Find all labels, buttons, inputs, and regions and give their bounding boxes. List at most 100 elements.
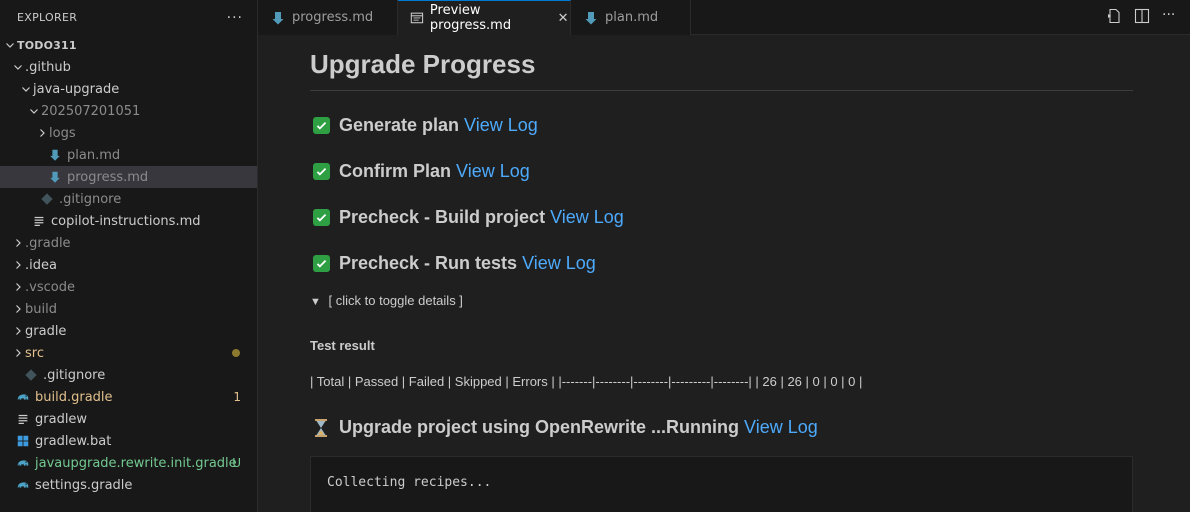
chevron-right-icon[interactable] <box>11 235 25 251</box>
tab-preview-progress-md[interactable]: Preview progress.md ✕ <box>398 0 571 35</box>
tree-item-label: src <box>25 345 44 361</box>
check-icon <box>313 209 330 226</box>
tree-item-label: copilot-instructions.md <box>51 213 201 229</box>
tree-item-label: TODO311 <box>17 38 77 52</box>
chevron-right-icon[interactable] <box>35 125 49 141</box>
tree-item[interactable]: .idea <box>0 254 257 276</box>
tree-item[interactable]: gradlew <box>0 408 257 430</box>
chevron-down-icon[interactable] <box>11 59 25 75</box>
tree-item-label: plan.md <box>67 147 121 163</box>
tree-item-label: settings.gradle <box>35 477 133 493</box>
open-source-icon[interactable] <box>1106 8 1122 24</box>
lines-file-icon <box>15 411 31 427</box>
tree-item[interactable]: java-upgrade <box>0 78 257 100</box>
step-label: Precheck - Build project <box>339 207 546 227</box>
tree-item[interactable]: TODO311 <box>0 34 257 56</box>
preview-icon <box>410 10 424 26</box>
tree-item-label: .gitignore <box>43 367 106 383</box>
tree-item[interactable]: build.gradle 1 <box>0 386 257 408</box>
details-summary: [ click to toggle details ] <box>328 293 463 308</box>
hourglass-icon <box>313 418 330 438</box>
step-precheck-tests: Precheck - Run tests View Log <box>313 253 596 274</box>
view-log-link[interactable]: View Log <box>522 253 596 274</box>
check-icon <box>313 163 330 180</box>
tree-item[interactable]: progress.md <box>0 166 257 188</box>
tree-item[interactable]: .gradle <box>0 232 257 254</box>
explorer-title: EXPLORER <box>17 11 78 24</box>
chevron-right-icon[interactable] <box>11 301 25 317</box>
tree-item[interactable]: gradlew.bat <box>0 430 257 452</box>
check-icon <box>313 255 330 272</box>
tree-item[interactable]: 202507201051 <box>0 100 257 122</box>
elephant-file-icon <box>15 389 31 405</box>
tree-item[interactable]: javaupgrade.rewrite.init.gradle U <box>0 452 257 474</box>
step-confirm-plan: Confirm Plan View Log <box>313 161 530 182</box>
tab-label: plan.md <box>605 10 659 25</box>
tree-item[interactable]: .vscode <box>0 276 257 298</box>
step-label: Confirm Plan <box>339 161 452 181</box>
view-log-link[interactable]: View Log <box>456 161 530 182</box>
explorer-header: EXPLORER ··· <box>0 0 257 35</box>
step-generate-plan: Generate plan View Log <box>313 115 538 136</box>
tree-item[interactable]: build <box>0 298 257 320</box>
page-title: Upgrade Progress <box>310 49 536 79</box>
chevron-right-icon[interactable] <box>11 323 25 339</box>
chevron-down-icon[interactable] <box>27 103 41 119</box>
git-status-badge: U <box>232 456 241 470</box>
markdown-file-icon <box>47 147 63 163</box>
more-actions-icon[interactable]: ··· <box>1162 8 1178 24</box>
view-log-link[interactable]: View Log <box>744 417 818 438</box>
tree-item-label: .github <box>25 59 71 75</box>
chevron-down-icon[interactable] <box>3 37 17 53</box>
tree-item-label: java-upgrade <box>33 81 120 97</box>
step-precheck-build: Precheck - Build project View Log <box>313 207 624 228</box>
tree-item-label: progress.md <box>67 169 149 185</box>
view-log-link[interactable]: View Log <box>464 115 538 136</box>
tree-item-label: gradlew.bat <box>35 433 112 449</box>
tab-label: progress.md <box>292 10 374 25</box>
close-icon[interactable]: ✕ <box>556 10 570 26</box>
test-result-heading: Test result <box>310 338 375 353</box>
tree-item-label: build <box>25 301 57 317</box>
step-label: Generate plan <box>339 115 460 135</box>
editor-actions: ··· <box>1106 8 1178 24</box>
tree-item-label: 202507201051 <box>41 103 141 119</box>
tree-item[interactable]: .gitignore <box>0 364 257 386</box>
chevron-right-icon[interactable] <box>11 257 25 273</box>
step-label: Upgrade project using OpenRewrite ...Run… <box>339 417 740 437</box>
tree-item-label: .idea <box>25 257 57 273</box>
lines-file-icon <box>31 213 47 229</box>
split-editor-icon[interactable] <box>1134 8 1150 24</box>
git-file-icon <box>39 191 55 207</box>
more-actions-icon[interactable]: ··· <box>227 10 243 26</box>
markdown-preview: Upgrade Progress Generate plan View Log … <box>258 35 1190 512</box>
step-label: Precheck - Run tests <box>339 253 518 273</box>
details-toggle[interactable]: ▼ [ click to toggle details ] <box>310 293 463 308</box>
disclosure-triangle-icon: ▼ <box>310 296 321 308</box>
elephant-file-icon <box>15 477 31 493</box>
tree-item-label: gradle <box>25 323 67 339</box>
tree-item[interactable]: settings.gradle <box>0 474 257 496</box>
chevron-down-icon[interactable] <box>19 81 33 97</box>
tree-item[interactable]: src <box>0 342 257 364</box>
tree-item-label: javaupgrade.rewrite.init.gradle <box>35 455 237 471</box>
windows-file-icon <box>15 433 31 449</box>
tree-item[interactable]: gradle <box>0 320 257 342</box>
git-status-badge: 1 <box>233 390 241 404</box>
code-text: Collecting recipes... <box>327 475 492 490</box>
tree-item[interactable]: .gitignore <box>0 188 257 210</box>
modified-dot-icon <box>232 349 240 357</box>
tree-item-label: .vscode <box>25 279 75 295</box>
tab-label: Preview progress.md <box>429 3 512 33</box>
step-openrewrite: Upgrade project using OpenRewrite ...Run… <box>313 417 818 438</box>
tree-item-label: logs <box>49 125 76 141</box>
tab-progress-md[interactable]: progress.md <box>258 0 398 35</box>
tab-plan-md[interactable]: plan.md <box>571 0 691 35</box>
tree-item[interactable]: copilot-instructions.md <box>0 210 257 232</box>
view-log-link[interactable]: View Log <box>550 207 624 228</box>
tree-item[interactable]: plan.md <box>0 144 257 166</box>
tree-item[interactable]: .github <box>0 56 257 78</box>
chevron-right-icon[interactable] <box>11 345 25 361</box>
chevron-right-icon[interactable] <box>11 279 25 295</box>
tree-item[interactable]: logs <box>0 122 257 144</box>
